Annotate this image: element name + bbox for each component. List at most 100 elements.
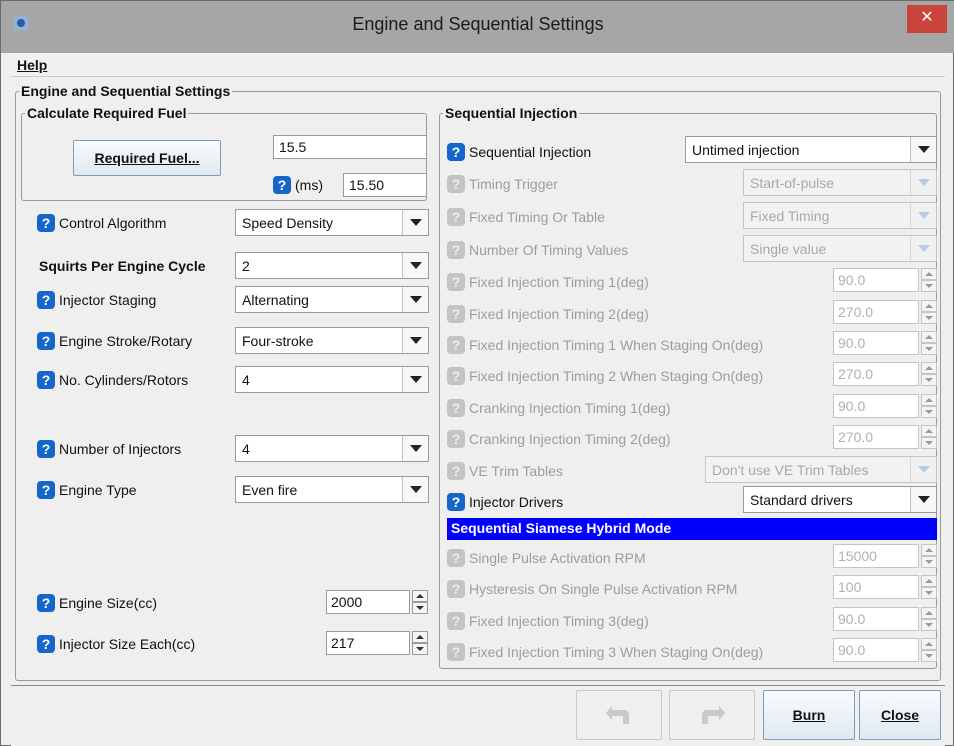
injector-drivers-select[interactable]: Standard drivers <box>743 486 937 513</box>
timing-trigger-row: ? Timing Trigger <box>447 173 558 195</box>
chevron-down-icon[interactable] <box>910 137 936 162</box>
fixed-timing-1-staging-row: ? Fixed Injection Timing 1 When Staging … <box>447 334 763 356</box>
hysteresis-rpm-label: Hysteresis On Single Pulse Activation RP… <box>469 581 738 597</box>
fixed-timing-3-value: 90.0 <box>833 607 919 631</box>
fixed-or-table-label: Fixed Timing Or Table <box>469 209 605 225</box>
num-injectors-select[interactable]: 4 <box>235 435 429 462</box>
engine-stroke-select[interactable]: Four-stroke <box>235 327 429 354</box>
burn-button[interactable]: Burn <box>763 690 855 740</box>
help-icon[interactable]: ? <box>37 332 55 350</box>
spin-up-icon <box>921 575 937 587</box>
chevron-down-icon[interactable] <box>910 487 936 512</box>
timing-trigger-label: Timing Trigger <box>469 176 558 192</box>
control-algorithm-select[interactable]: Speed Density <box>235 209 429 236</box>
ve-trim-label: VE Trim Tables <box>469 463 563 479</box>
close-window-button[interactable]: ✕ <box>907 5 947 33</box>
squirts-row: Squirts Per Engine Cycle <box>39 255 206 277</box>
chevron-down-icon[interactable] <box>402 367 428 392</box>
fixed-timing-2-stepper: 270.0 <box>833 300 937 324</box>
fixed-timing-3-row: ? Fixed Injection Timing 3(deg) <box>447 610 649 632</box>
help-icon[interactable]: ? <box>447 493 465 511</box>
injector-staging-select[interactable]: Alternating <box>235 286 429 313</box>
ms-label: (ms) <box>295 177 323 193</box>
footer-bar: Burn Close <box>11 686 945 746</box>
fixed-timing-1-staging-value: 90.0 <box>833 331 919 355</box>
fixed-timing-3-staging-value: 90.0 <box>833 638 919 662</box>
spin-up-icon <box>921 544 937 556</box>
chevron-down-icon <box>910 203 936 228</box>
menu-help[interactable]: Help <box>17 57 47 73</box>
ve-trim-select: Don't use VE Trim Tables <box>705 456 937 483</box>
seq-injection-value: Untimed injection <box>692 141 800 158</box>
fixed-timing-1-row: ? Fixed Injection Timing 1(deg) <box>447 271 649 293</box>
injector-drivers-label: Injector Drivers <box>469 494 564 510</box>
spin-down-icon[interactable] <box>412 602 428 614</box>
cranking-timing-1-stepper: 90.0 <box>833 394 937 418</box>
cranking-timing-2-row: ? Cranking Injection Timing 2(deg) <box>447 428 671 450</box>
spin-down-icon <box>921 406 937 418</box>
engine-type-value: Even fire <box>242 481 298 498</box>
chevron-down-icon[interactable] <box>402 287 428 312</box>
single-pulse-rpm-row: ? Single Pulse Activation RPM <box>447 547 646 569</box>
ms-row: ? (ms) <box>273 174 323 196</box>
chevron-down-icon[interactable] <box>402 253 428 278</box>
required-fuel-ms-input[interactable]: 15.50 <box>343 173 427 197</box>
engine-size-value[interactable]: 2000 <box>326 590 410 614</box>
fixed-timing-2-staging-row: ? Fixed Injection Timing 2 When Staging … <box>447 365 763 387</box>
help-icon[interactable]: ? <box>273 176 291 194</box>
hysteresis-rpm-row: ? Hysteresis On Single Pulse Activation … <box>447 578 737 600</box>
spin-up-icon <box>921 394 937 406</box>
spin-up-icon[interactable] <box>412 590 428 602</box>
help-icon: ? <box>447 241 465 259</box>
help-icon[interactable]: ? <box>37 481 55 499</box>
engine-stroke-label: Engine Stroke/Rotary <box>59 333 193 349</box>
required-fuel-button[interactable]: Required Fuel... <box>73 140 221 176</box>
cylinders-select[interactable]: 4 <box>235 366 429 393</box>
fixed-timing-2-label: Fixed Injection Timing 2(deg) <box>469 306 649 322</box>
content-area: Engine and Sequential Settings Calculate… <box>11 77 945 685</box>
engine-stroke-value: Four-stroke <box>242 332 314 349</box>
engine-size-row: ? Engine Size(cc) <box>37 592 157 614</box>
cylinders-label: No. Cylinders/Rotors <box>59 372 189 388</box>
engine-size-stepper[interactable]: 2000 <box>326 590 428 614</box>
control-algorithm-row: ? Control Algorithm <box>37 212 166 234</box>
help-icon: ? <box>447 367 465 385</box>
help-icon[interactable]: ? <box>37 291 55 309</box>
fixed-timing-2-staging-label: Fixed Injection Timing 2 When Staging On… <box>469 368 764 384</box>
control-algorithm-label: Control Algorithm <box>59 215 167 231</box>
engine-type-select[interactable]: Even fire <box>235 476 429 503</box>
chevron-down-icon[interactable] <box>402 477 428 502</box>
spin-down-icon[interactable] <box>412 643 428 655</box>
help-icon[interactable]: ? <box>447 143 465 161</box>
help-icon[interactable]: ? <box>37 594 55 612</box>
num-timing-values-value: Single value <box>750 240 827 257</box>
fixed-timing-3-stepper: 90.0 <box>833 607 937 631</box>
injector-size-stepper[interactable]: 217 <box>326 631 428 655</box>
help-icon: ? <box>447 273 465 291</box>
chevron-down-icon[interactable] <box>402 210 428 235</box>
hysteresis-rpm-value: 100 <box>833 575 919 599</box>
spin-up-icon[interactable] <box>412 631 428 643</box>
injector-size-row: ? Injector Size Each(cc) <box>37 633 195 655</box>
settings-window: Engine and Sequential Settings ✕ Help En… <box>0 0 954 746</box>
spin-up-icon <box>921 607 937 619</box>
injector-size-value[interactable]: 217 <box>326 631 410 655</box>
close-button[interactable]: Close <box>859 690 941 740</box>
cranking-timing-2-label: Cranking Injection Timing 2(deg) <box>469 431 671 447</box>
help-icon[interactable]: ? <box>37 371 55 389</box>
undo-icon <box>606 706 629 724</box>
title-bar: Engine and Sequential Settings ✕ <box>1 1 954 53</box>
help-icon[interactable]: ? <box>37 635 55 653</box>
chevron-down-icon[interactable] <box>402 328 428 353</box>
spin-down-icon <box>921 587 937 599</box>
help-icon[interactable]: ? <box>37 214 55 232</box>
chevron-down-icon[interactable] <box>402 436 428 461</box>
help-icon[interactable]: ? <box>37 440 55 458</box>
squirts-select[interactable]: 2 <box>235 252 429 279</box>
engine-type-row: ? Engine Type <box>37 479 137 501</box>
fixed-or-table-value: Fixed Timing <box>750 207 830 224</box>
required-fuel-input[interactable]: 15.5 <box>273 135 427 159</box>
help-icon: ? <box>447 612 465 630</box>
hysteresis-rpm-stepper: 100 <box>833 575 937 599</box>
seq-injection-select[interactable]: Untimed injection <box>685 136 937 163</box>
